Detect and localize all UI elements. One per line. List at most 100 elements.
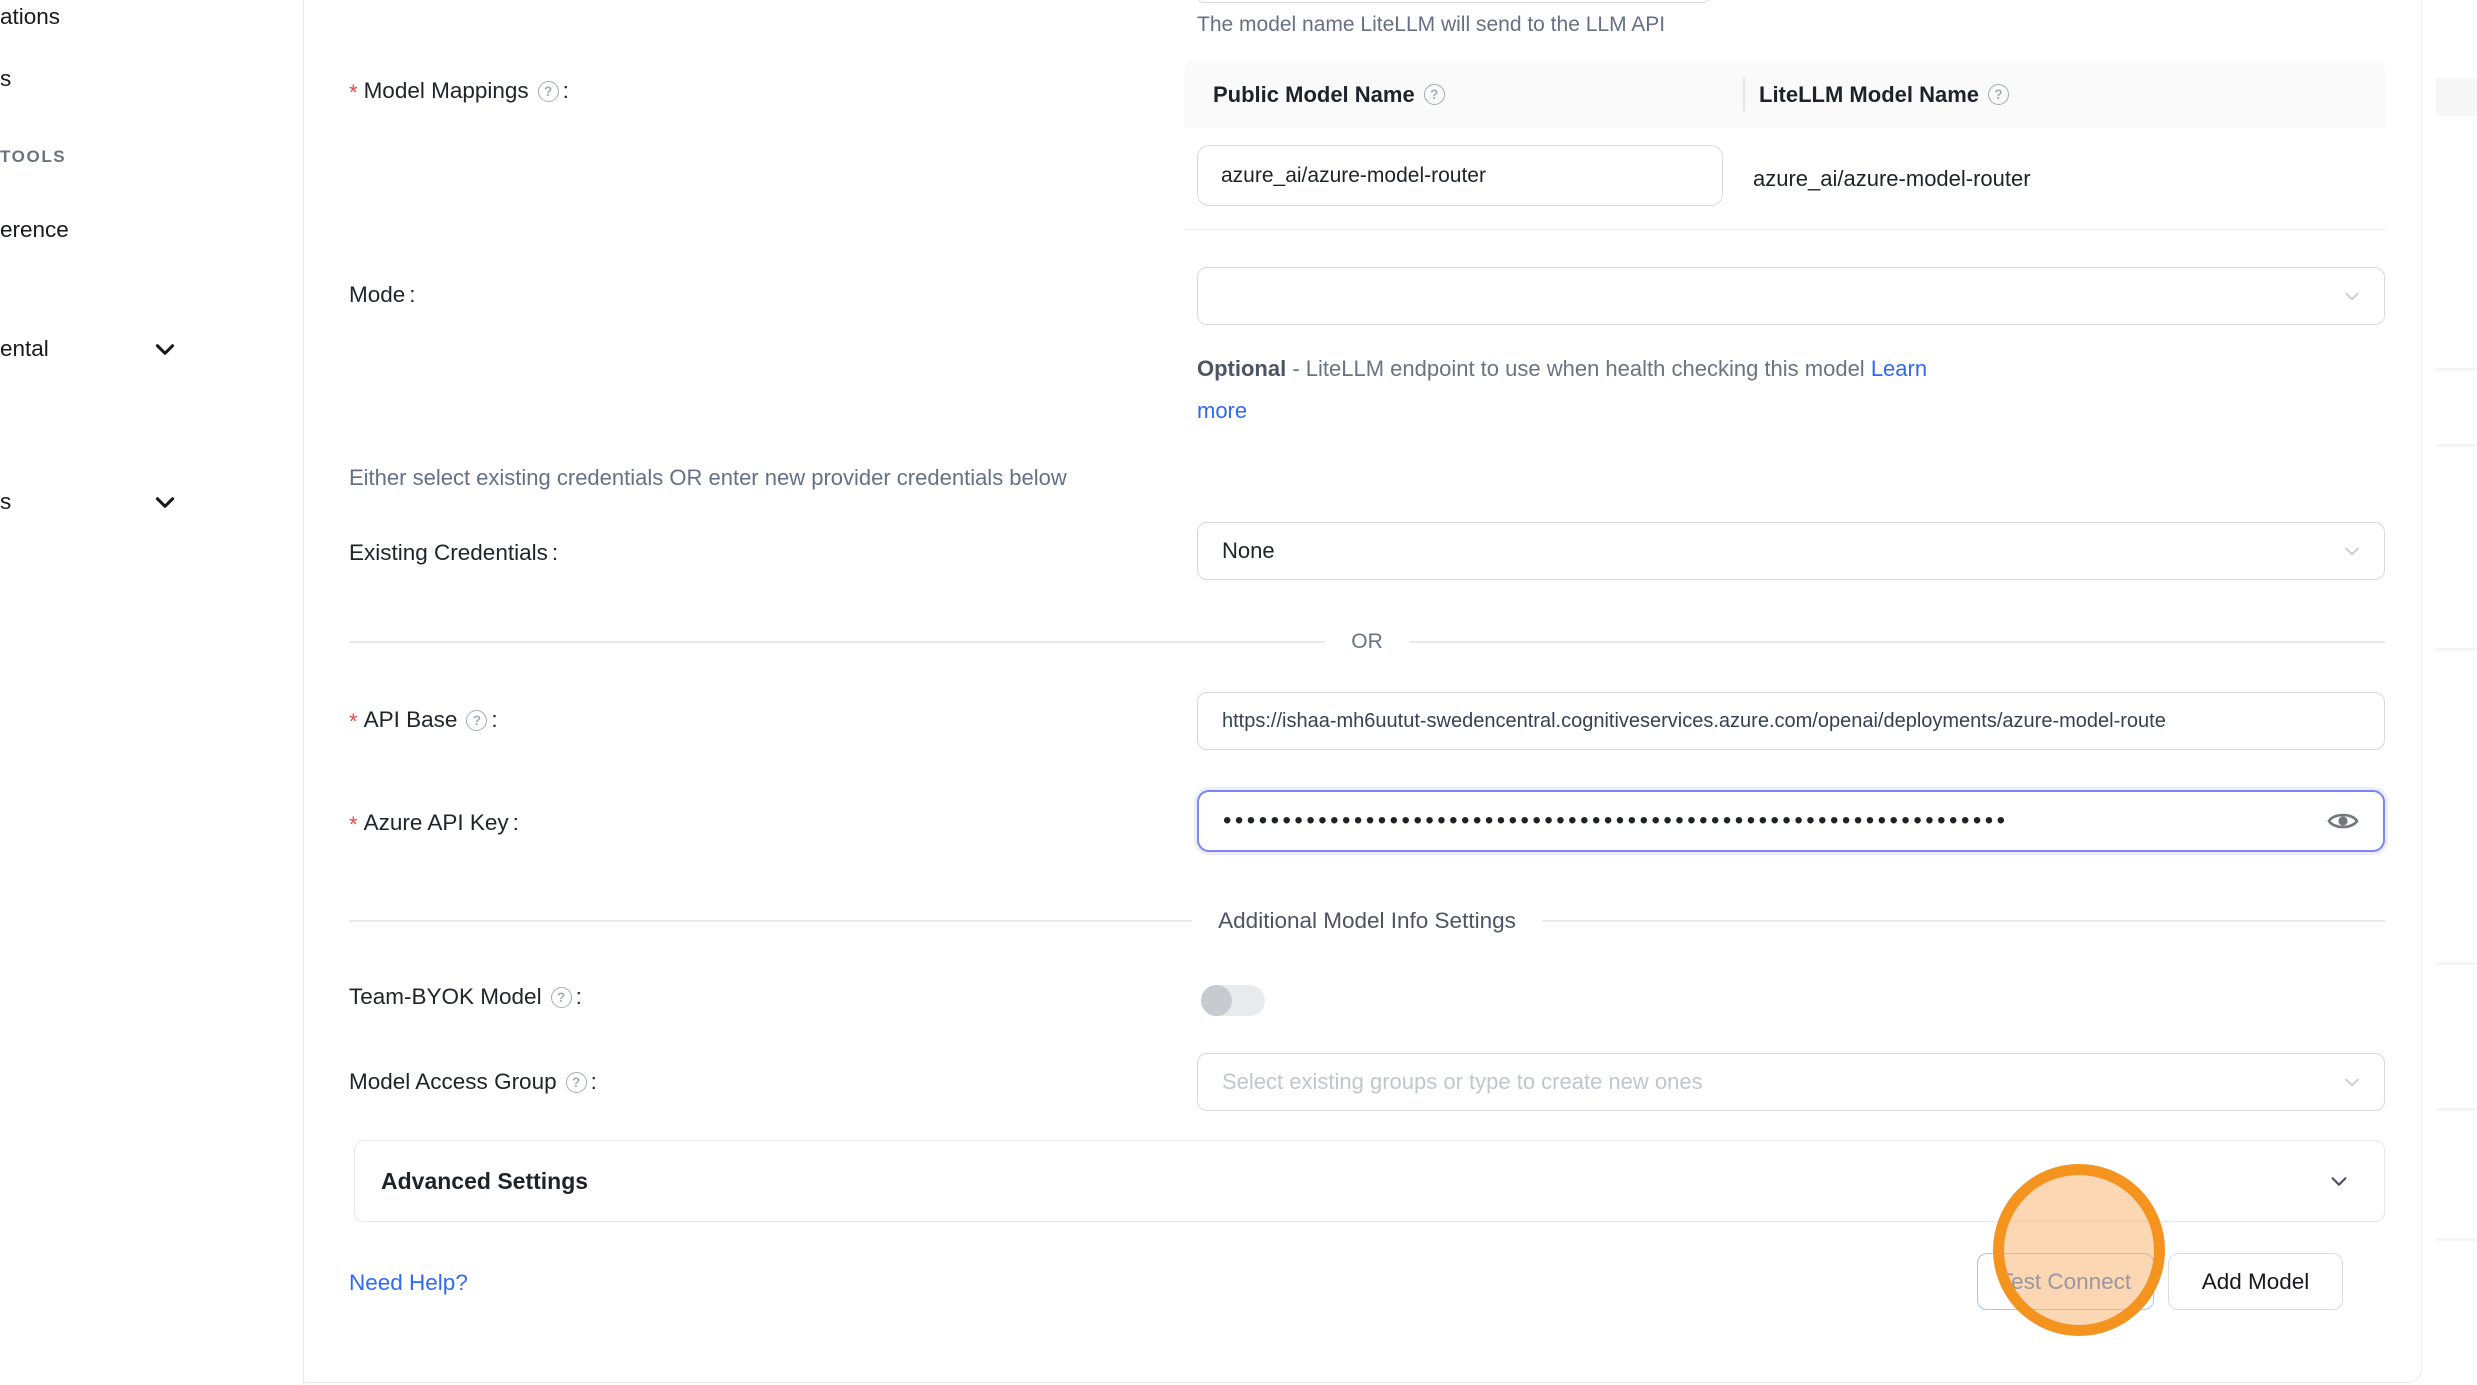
sidebar-item-organizations[interactable]: ations xyxy=(0,2,60,32)
azure-api-key-input[interactable]: ••••••••••••••••••••••••••••••••••••••••… xyxy=(1197,790,2385,852)
need-help-label: Need Help? xyxy=(349,1270,468,1295)
colon: : xyxy=(491,707,497,733)
chevron-down-icon xyxy=(2342,286,2362,306)
column-label: Public Model Name xyxy=(1213,82,1415,108)
field-label: Existing Credentials xyxy=(349,540,548,566)
select-value: None xyxy=(1222,538,1275,564)
colon: : xyxy=(409,282,415,308)
model-mappings-table: Public Model Name ? LiteLLM Model Name ?… xyxy=(1185,61,2385,230)
model-access-group-select[interactable]: Select existing groups or type to create… xyxy=(1197,1053,2385,1111)
colon: : xyxy=(563,78,569,104)
need-help-link[interactable]: Need Help? xyxy=(349,1270,468,1296)
mode-select[interactable] xyxy=(1197,267,2385,325)
sidebar-item-label: ations xyxy=(0,4,60,30)
column-divider xyxy=(1743,78,1745,111)
divider-line xyxy=(1542,920,2385,922)
help-text: - LiteLLM endpoint to use when health ch… xyxy=(1286,356,1871,381)
add-model-button[interactable]: Add Model xyxy=(2168,1253,2343,1310)
background-fragment xyxy=(2436,368,2477,371)
background-fragment xyxy=(2436,444,2477,447)
sidebar-item-label: s xyxy=(0,66,11,92)
chevron-down-icon[interactable] xyxy=(152,489,178,515)
divider-line xyxy=(349,920,1192,922)
advanced-settings-title: Advanced Settings xyxy=(381,1168,588,1195)
or-divider: OR xyxy=(349,628,2385,656)
sidebar-section-tools: TOOLS xyxy=(0,146,66,168)
chevron-down-icon xyxy=(2342,541,2362,561)
help-icon[interactable]: ? xyxy=(551,987,572,1008)
api-base-input[interactable]: https://ishaa-mh6uutut-swedencentral.cog… xyxy=(1197,692,2385,750)
help-icon[interactable]: ? xyxy=(538,81,559,102)
button-label: Test Connect xyxy=(2000,1269,2131,1295)
cropped-input-fragment xyxy=(1197,0,1710,3)
existing-credentials-label: Existing Credentials : xyxy=(349,539,558,567)
select-placeholder: Select existing groups or type to create… xyxy=(1222,1069,1703,1095)
help-icon[interactable]: ? xyxy=(566,1072,587,1093)
model-access-group-label: Model Access Group ? : xyxy=(349,1068,597,1096)
field-label: Mode xyxy=(349,282,405,308)
sidebar-item-s1[interactable]: s xyxy=(0,64,11,94)
help-icon[interactable]: ? xyxy=(1424,84,1445,105)
field-label: Azure API Key xyxy=(364,810,509,836)
api-base-label: * API Base ? : xyxy=(349,706,498,734)
sidebar-item-label: ental xyxy=(0,336,49,362)
sidebar-section-label: TOOLS xyxy=(0,147,66,167)
help-bold: Optional xyxy=(1197,356,1286,381)
field-label: Model Mappings xyxy=(364,78,529,104)
table-header: Public Model Name ? LiteLLM Model Name ? xyxy=(1185,61,2385,128)
background-fragment xyxy=(2436,1108,2477,1111)
table-row: azure_ai/azure-model-router azure_ai/azu… xyxy=(1185,128,2385,230)
column-header-litellm-model-name: LiteLLM Model Name ? xyxy=(1759,61,2009,128)
advanced-settings-panel[interactable]: Advanced Settings xyxy=(354,1140,2385,1222)
sidebar-item-settings[interactable]: s xyxy=(0,487,11,517)
sidebar-item-label: erence xyxy=(0,217,69,243)
help-icon[interactable]: ? xyxy=(466,710,487,731)
azure-api-key-label: * Azure API Key : xyxy=(349,809,519,837)
model-mappings-label: * Model Mappings ? : xyxy=(349,77,569,105)
team-byok-label: Team-BYOK Model ? : xyxy=(349,983,582,1011)
litellm-model-name-value: azure_ai/azure-model-router xyxy=(1753,128,2031,230)
public-model-name-input[interactable]: azure_ai/azure-model-router xyxy=(1197,145,1723,206)
existing-credentials-select[interactable]: None xyxy=(1197,522,2385,580)
input-value: https://ishaa-mh6uutut-swedencentral.cog… xyxy=(1222,710,2166,733)
divider-line xyxy=(1409,641,2385,643)
chevron-down-icon xyxy=(2342,1072,2362,1092)
add-model-form: The model name LiteLLM will send to the … xyxy=(304,0,2477,1385)
field-label: Model Access Group xyxy=(349,1069,557,1095)
masked-value: ••••••••••••••••••••••••••••••••••••••••… xyxy=(1223,807,2009,835)
column-header-public-model-name: Public Model Name ? xyxy=(1213,61,1445,128)
sidebar-item-experimental[interactable]: ental xyxy=(0,334,49,364)
background-fragment xyxy=(2436,648,2477,651)
learn-more-link[interactable]: Learn xyxy=(1871,356,1927,381)
divider-text: Additional Model Info Settings xyxy=(1192,908,1542,934)
required-asterisk: * xyxy=(349,812,358,838)
colon: : xyxy=(576,984,582,1010)
chevron-down-icon[interactable] xyxy=(152,336,178,362)
background-fragment xyxy=(2436,78,2477,116)
colon: : xyxy=(552,540,558,566)
team-byok-toggle[interactable] xyxy=(1201,985,1265,1016)
test-connect-button[interactable]: Test Connect xyxy=(1977,1253,2154,1310)
column-label: LiteLLM Model Name xyxy=(1759,82,1979,108)
background-fragment xyxy=(2436,1238,2477,1241)
field-label: Team-BYOK Model xyxy=(349,984,542,1010)
chevron-down-icon xyxy=(2328,1170,2350,1192)
required-asterisk: * xyxy=(349,709,358,735)
sidebar-item-reference[interactable]: erence xyxy=(0,215,69,245)
model-name-hint: The model name LiteLLM will send to the … xyxy=(1197,13,1665,37)
toggle-knob xyxy=(1201,985,1232,1016)
divider-line xyxy=(349,641,1325,643)
input-value: azure_ai/azure-model-router xyxy=(1221,164,1486,188)
sidebar-item-label: s xyxy=(0,489,11,515)
sidebar: ations s TOOLS erence ental s xyxy=(0,0,304,1385)
required-asterisk: * xyxy=(349,80,358,106)
help-icon[interactable]: ? xyxy=(1988,84,2009,105)
credentials-hint: Either select existing credentials OR en… xyxy=(349,465,1067,491)
field-label: API Base xyxy=(364,707,458,733)
eye-icon[interactable] xyxy=(2327,808,2359,834)
colon: : xyxy=(591,1069,597,1095)
background-fragment xyxy=(2436,962,2477,965)
learn-more-link[interactable]: more xyxy=(1197,398,1247,423)
button-label: Add Model xyxy=(2202,1269,2310,1295)
info-divider: Additional Model Info Settings xyxy=(349,906,2385,936)
